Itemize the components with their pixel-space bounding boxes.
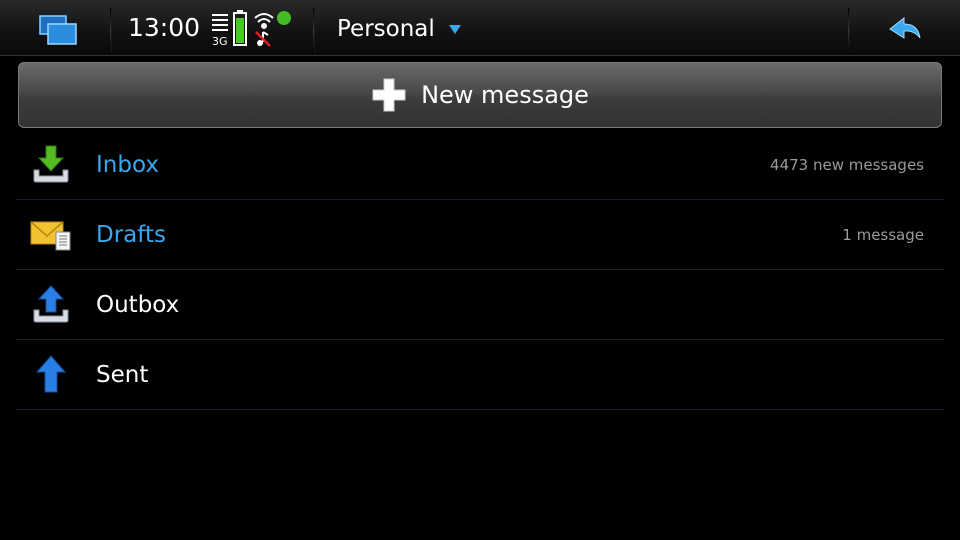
folder-count: 1 message <box>842 226 924 244</box>
plus-icon <box>372 78 406 112</box>
back-arrow-icon <box>889 16 921 39</box>
dropdown-arrow-icon <box>448 24 461 34</box>
folder-count: 4473 new messages <box>770 156 924 174</box>
folder-list: Inbox 4473 new messages Drafts 1 message <box>16 130 944 410</box>
signal-3g-icon: 3G <box>212 14 228 48</box>
task-switcher-button[interactable] <box>30 10 86 48</box>
folder-name: Sent <box>96 362 149 388</box>
svg-text:3G: 3G <box>212 35 228 48</box>
title-separator <box>313 8 315 52</box>
muted-sound-icon <box>255 31 271 47</box>
outbox-upload-icon <box>30 284 72 326</box>
new-message-button[interactable]: New message <box>18 62 942 128</box>
clock: 13:00 <box>128 13 201 42</box>
title-separator <box>848 8 850 52</box>
folder-name: Inbox <box>96 152 159 178</box>
folder-row-inbox[interactable]: Inbox 4473 new messages <box>16 130 944 200</box>
account-selector[interactable]: Personal <box>322 10 472 48</box>
presence-online-icon <box>277 11 291 25</box>
title-separator <box>110 8 112 52</box>
folder-name: Drafts <box>96 222 166 248</box>
sent-arrow-icon <box>30 354 72 396</box>
folder-name: Outbox <box>96 292 180 318</box>
status-indicators[interactable]: 3G <box>210 8 300 50</box>
inbox-download-icon <box>30 144 72 186</box>
new-message-label: New message <box>421 81 589 109</box>
folder-row-outbox[interactable]: Outbox <box>16 270 944 340</box>
envelope-drafts-icon <box>30 214 72 256</box>
account-name: Personal <box>337 16 435 42</box>
title-bar: 13:00 3G Personal <box>0 0 960 56</box>
folder-row-drafts[interactable]: Drafts 1 message <box>16 200 944 270</box>
wifi-icon <box>254 13 274 29</box>
folder-row-sent[interactable]: Sent <box>16 340 944 410</box>
battery-icon <box>233 10 247 46</box>
task-switcher-icon <box>39 15 77 45</box>
back-button[interactable] <box>878 12 934 46</box>
